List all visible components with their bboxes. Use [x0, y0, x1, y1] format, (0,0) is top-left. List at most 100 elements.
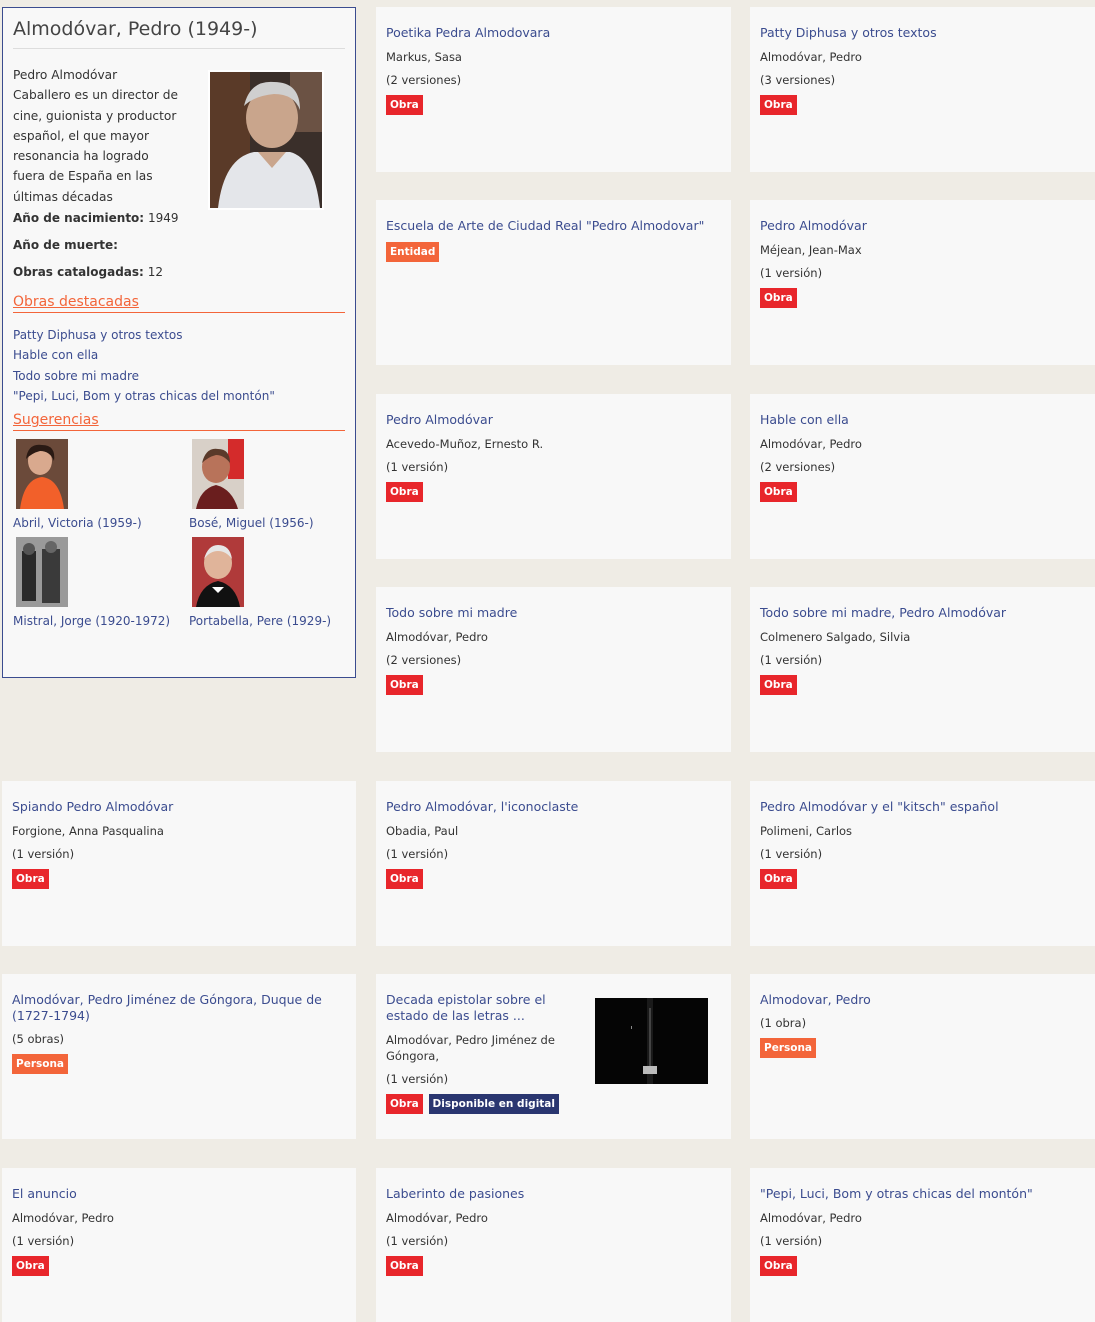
result-versions: (2 versiones): [760, 460, 836, 474]
result-title-link[interactable]: Pedro Almodóvar, l'iconoclaste: [386, 799, 721, 815]
result-title-link[interactable]: Patty Diphusa y otros textos: [760, 25, 1085, 41]
result-author: Almodóvar, Pedro: [12, 1211, 114, 1225]
suggestion-item[interactable]: Portabella, Pere (1929-): [189, 537, 359, 628]
result-card[interactable]: Pedro Almodóvar Acevedo-Muñoz, Ernesto R…: [376, 394, 731, 559]
suggestion-label[interactable]: Mistral, Jorge (1920-1972): [13, 614, 183, 628]
result-title-link[interactable]: Todo sobre mi madre: [386, 605, 721, 621]
result-author: Markus, Sasa: [386, 50, 462, 64]
author-bio-section: Pedro Almodóvar Caballero es un director…: [13, 65, 345, 210]
result-author: Almodóvar, Pedro: [386, 1211, 488, 1225]
result-card[interactable]: Almodovar, Pedro (1 obra) Persona: [750, 974, 1095, 1139]
author-portrait: [208, 70, 324, 210]
result-title-link[interactable]: Almodóvar, Pedro Jiménez de Góngora, Duq…: [12, 992, 346, 1024]
result-title-link[interactable]: Decada epistolar sobre el estado de las …: [386, 992, 586, 1024]
result-card[interactable]: Pedro Almodóvar Méjean, Jean-Max (1 vers…: [750, 200, 1095, 365]
type-badge-obra: Obra: [760, 95, 797, 115]
suggestion-label[interactable]: Bosé, Miguel (1956-): [189, 516, 359, 530]
type-badge-obra: Obra: [760, 288, 797, 308]
suggestion-photo[interactable]: [192, 439, 244, 510]
result-card[interactable]: El anuncio Almodóvar, Pedro (1 versión) …: [2, 1168, 356, 1322]
type-badge-entidad: Entidad: [386, 242, 440, 262]
result-card[interactable]: Decada epistolar sobre el estado de las …: [376, 974, 731, 1139]
result-title-link[interactable]: Spiando Pedro Almodóvar: [12, 799, 346, 815]
suggestions-title: Sugerencias: [13, 412, 345, 432]
result-works-count: (5 obras): [12, 1032, 65, 1046]
result-title-link[interactable]: Laberinto de pasiones: [386, 1186, 721, 1202]
result-versions: (1 versión): [760, 266, 823, 280]
result-versions: (1 versión): [12, 1234, 75, 1248]
type-badge-persona: Persona: [12, 1054, 69, 1074]
result-author: Almodóvar, Pedro Jiménez de Góngora,: [386, 1033, 555, 1063]
suggestion-item[interactable]: Bosé, Miguel (1956-): [189, 439, 359, 530]
result-author: Acevedo-Muñoz, Ernesto R.: [386, 437, 544, 451]
type-badge-obra: Obra: [386, 95, 423, 115]
type-badge-obra: Obra: [386, 1256, 423, 1276]
featured-works-list: Patty Diphusa y otros textos Hable con e…: [13, 325, 345, 406]
result-author: Méjean, Jean-Max: [760, 243, 862, 257]
result-author: Almodóvar, Pedro: [760, 1211, 862, 1225]
result-versions: (2 versiones): [386, 653, 462, 667]
works-count-row: Obras catalogadas: 12: [13, 259, 345, 286]
death-year-label: Año de muerte:: [13, 238, 118, 252]
result-versions: (1 versión): [386, 847, 449, 861]
suggestion-label[interactable]: Abril, Victoria (1959-): [13, 516, 183, 530]
type-badge-obra: Obra: [386, 675, 423, 695]
result-card[interactable]: Escuela de Arte de Ciudad Real "Pedro Al…: [376, 200, 731, 365]
birth-year-label: Año de nacimiento:: [13, 211, 145, 225]
result-title-link[interactable]: El anuncio: [12, 1186, 346, 1202]
result-card[interactable]: Pedro Almodóvar y el "kitsch" español Po…: [750, 781, 1095, 946]
birth-year-value: 1949: [147, 211, 179, 225]
result-text-column: Decada epistolar sobre el estado de las …: [386, 992, 586, 1086]
featured-work-link[interactable]: Hable con ella: [13, 345, 345, 365]
result-title-link[interactable]: Hable con ella: [760, 412, 1085, 428]
result-versions: (1 versión): [386, 1234, 449, 1248]
result-title-link[interactable]: Pedro Almodóvar: [386, 412, 721, 428]
suggestions-grid: Abril, Victoria (1959-) Bosé, Miguel (19…: [13, 439, 345, 639]
featured-work-link[interactable]: Patty Diphusa y otros textos: [13, 325, 345, 345]
works-count-value: 12: [147, 265, 163, 279]
result-card[interactable]: Pedro Almodóvar, l'iconoclaste Obadia, P…: [376, 781, 731, 946]
type-badge-obra: Obra: [12, 869, 49, 889]
result-title-link[interactable]: Pedro Almodóvar: [760, 218, 1085, 234]
type-badge-obra: Obra: [12, 1256, 49, 1276]
featured-work-link[interactable]: "Pepi, Luci, Bom y otras chicas del mont…: [13, 386, 345, 406]
suggestion-item[interactable]: Mistral, Jorge (1920-1972): [13, 537, 183, 628]
result-card[interactable]: Laberinto de pasiones Almodóvar, Pedro (…: [376, 1168, 731, 1322]
author-panel: Almodóvar, Pedro (1949-) Pedro Almodóvar…: [2, 7, 356, 678]
result-title-link[interactable]: Todo sobre mi madre, Pedro Almodóvar: [760, 605, 1085, 621]
suggestion-photo[interactable]: [16, 439, 68, 510]
result-card[interactable]: Almodóvar, Pedro Jiménez de Góngora, Duq…: [2, 974, 356, 1139]
result-card[interactable]: Todo sobre mi madre, Pedro Almodóvar Col…: [750, 587, 1095, 752]
result-versions: (1 versión): [12, 847, 75, 861]
result-card[interactable]: Spiando Pedro Almodóvar Forgione, Anna P…: [2, 781, 356, 946]
type-badge-digital[interactable]: Disponible en digital: [428, 1094, 559, 1114]
result-title-link[interactable]: Almodovar, Pedro: [760, 992, 1085, 1008]
suggestion-photo[interactable]: [192, 537, 244, 608]
result-card[interactable]: "Pepi, Luci, Bom y otras chicas del mont…: [750, 1168, 1095, 1322]
result-versions: (1 versión): [760, 653, 823, 667]
result-title-link[interactable]: "Pepi, Luci, Bom y otras chicas del mont…: [760, 1186, 1085, 1202]
result-versions: (1 versión): [386, 460, 449, 474]
type-badge-obra: Obra: [386, 869, 423, 889]
result-versions: (1 versión): [386, 1072, 449, 1086]
results-page: Almodóvar, Pedro (1949-) Pedro Almodóvar…: [0, 0, 1095, 1322]
result-versions: (3 versiones): [760, 73, 836, 87]
result-card[interactable]: Hable con ella Almodóvar, Pedro (2 versi…: [750, 394, 1095, 559]
result-author: Almodóvar, Pedro: [386, 630, 488, 644]
result-card[interactable]: Patty Diphusa y otros textos Almodóvar, …: [750, 7, 1095, 172]
result-title-link[interactable]: Poetika Pedra Almodovara: [386, 25, 721, 41]
author-name: Almodóvar, Pedro (1949-): [13, 18, 345, 49]
result-card[interactable]: Poetika Pedra Almodovara Markus, Sasa (2…: [376, 7, 731, 172]
suggestion-item[interactable]: Abril, Victoria (1959-): [13, 439, 183, 530]
result-author: Polimeni, Carlos: [760, 824, 853, 838]
works-count-label: Obras catalogadas:: [13, 265, 144, 279]
suggestion-label[interactable]: Portabella, Pere (1929-): [189, 614, 359, 628]
suggestion-photo[interactable]: [16, 537, 68, 608]
result-title-link[interactable]: Pedro Almodóvar y el "kitsch" español: [760, 799, 1085, 815]
result-card[interactable]: Todo sobre mi madre Almodóvar, Pedro (2 …: [376, 587, 731, 752]
death-year-row: Año de muerte:: [13, 232, 345, 259]
result-title-link[interactable]: Escuela de Arte de Ciudad Real "Pedro Al…: [386, 218, 721, 234]
featured-work-link[interactable]: Todo sobre mi madre: [13, 366, 345, 386]
type-badge-obra: Obra: [760, 1256, 797, 1276]
digital-preview-image[interactable]: [595, 998, 708, 1084]
